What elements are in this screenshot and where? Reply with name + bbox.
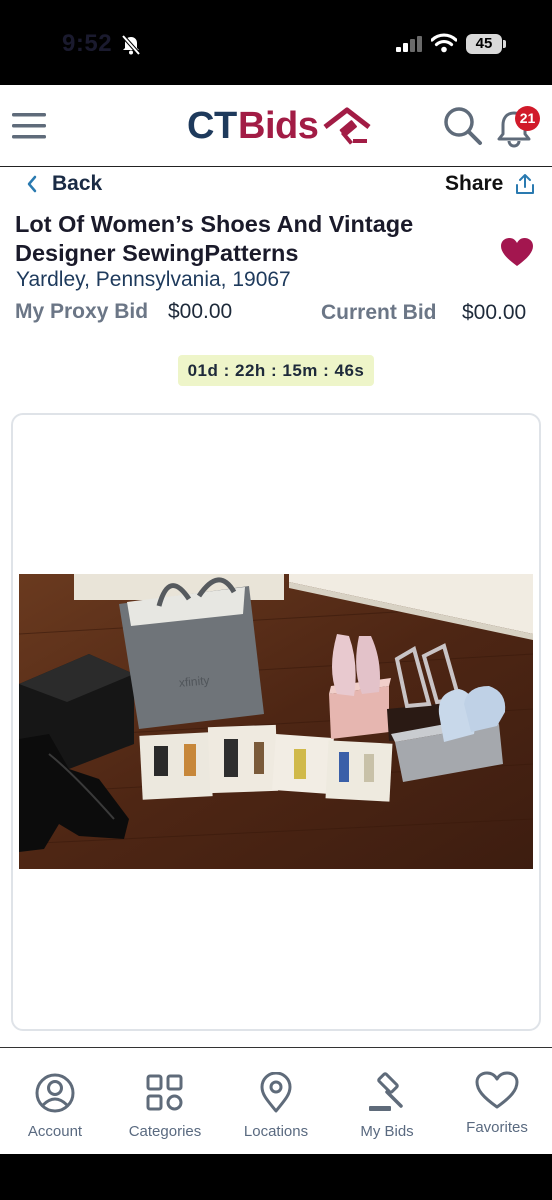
wifi-icon: [431, 33, 457, 53]
house-gavel-logo-icon: [323, 107, 371, 145]
status-time: 9:52: [62, 30, 113, 57]
search-icon[interactable]: [443, 106, 483, 146]
battery-indicator: 45: [466, 34, 502, 54]
logo-ct-text: CT: [187, 105, 237, 147]
lot-title: Lot Of Women’s Shoes And Vintage Designe…: [15, 211, 414, 266]
tab-account[interactable]: Account: [0, 1072, 110, 1140]
tab-account-label: Account: [27, 1123, 83, 1140]
back-button[interactable]: Back: [26, 171, 102, 197]
proxy-bid-value: $00.00: [168, 300, 233, 323]
bag-brand-text: xfinity: [178, 673, 210, 690]
tab-categories[interactable]: Categories: [110, 1072, 220, 1140]
chevron-left-icon: [27, 175, 37, 193]
back-label: Back: [52, 172, 103, 195]
logo-bids-text: Bids: [238, 105, 319, 147]
bell-slash-icon: [121, 34, 141, 56]
notification-badge: 21: [515, 106, 540, 131]
lot-photo-illustration: xfinity: [19, 574, 533, 869]
tab-locations-label: Locations: [243, 1123, 309, 1140]
hamburger-menu-icon[interactable]: [12, 110, 47, 142]
tab-locations[interactable]: Locations: [221, 1072, 331, 1140]
cell-signal-icon: [396, 36, 422, 52]
location-pin-icon: [260, 1072, 292, 1113]
heart-outline-icon: [475, 1071, 519, 1109]
favorite-heart-icon[interactable]: [500, 237, 534, 267]
gavel-icon: [369, 1072, 403, 1111]
current-bid-label: Current Bid: [321, 301, 437, 324]
lot-photo[interactable]: xfinity: [19, 574, 533, 869]
share-label: Share: [445, 172, 504, 195]
tab-my-bids[interactable]: My Bids: [332, 1072, 442, 1140]
account-icon: [35, 1073, 75, 1113]
ctbids-logo[interactable]: CT Bids: [187, 104, 377, 150]
tab-my-bids-label: My Bids: [360, 1123, 414, 1140]
lot-location: Yardley, Pennsylvania, 19067: [16, 268, 291, 291]
proxy-bid-label: My Proxy Bid: [15, 300, 149, 323]
share-button[interactable]: Share: [445, 171, 535, 197]
share-upload-icon: [516, 174, 535, 194]
current-bid-value: $00.00: [462, 301, 527, 324]
tab-favorites[interactable]: Favorites: [442, 1070, 552, 1136]
tab-favorites-label: Favorites: [466, 1119, 528, 1136]
countdown-timer: 01d : 22h : 15m : 46s: [178, 355, 374, 386]
categories-icon: [146, 1074, 183, 1111]
battery-nub: [503, 40, 506, 48]
home-indicator-area: [0, 1154, 552, 1200]
tab-categories-label: Categories: [128, 1123, 202, 1140]
